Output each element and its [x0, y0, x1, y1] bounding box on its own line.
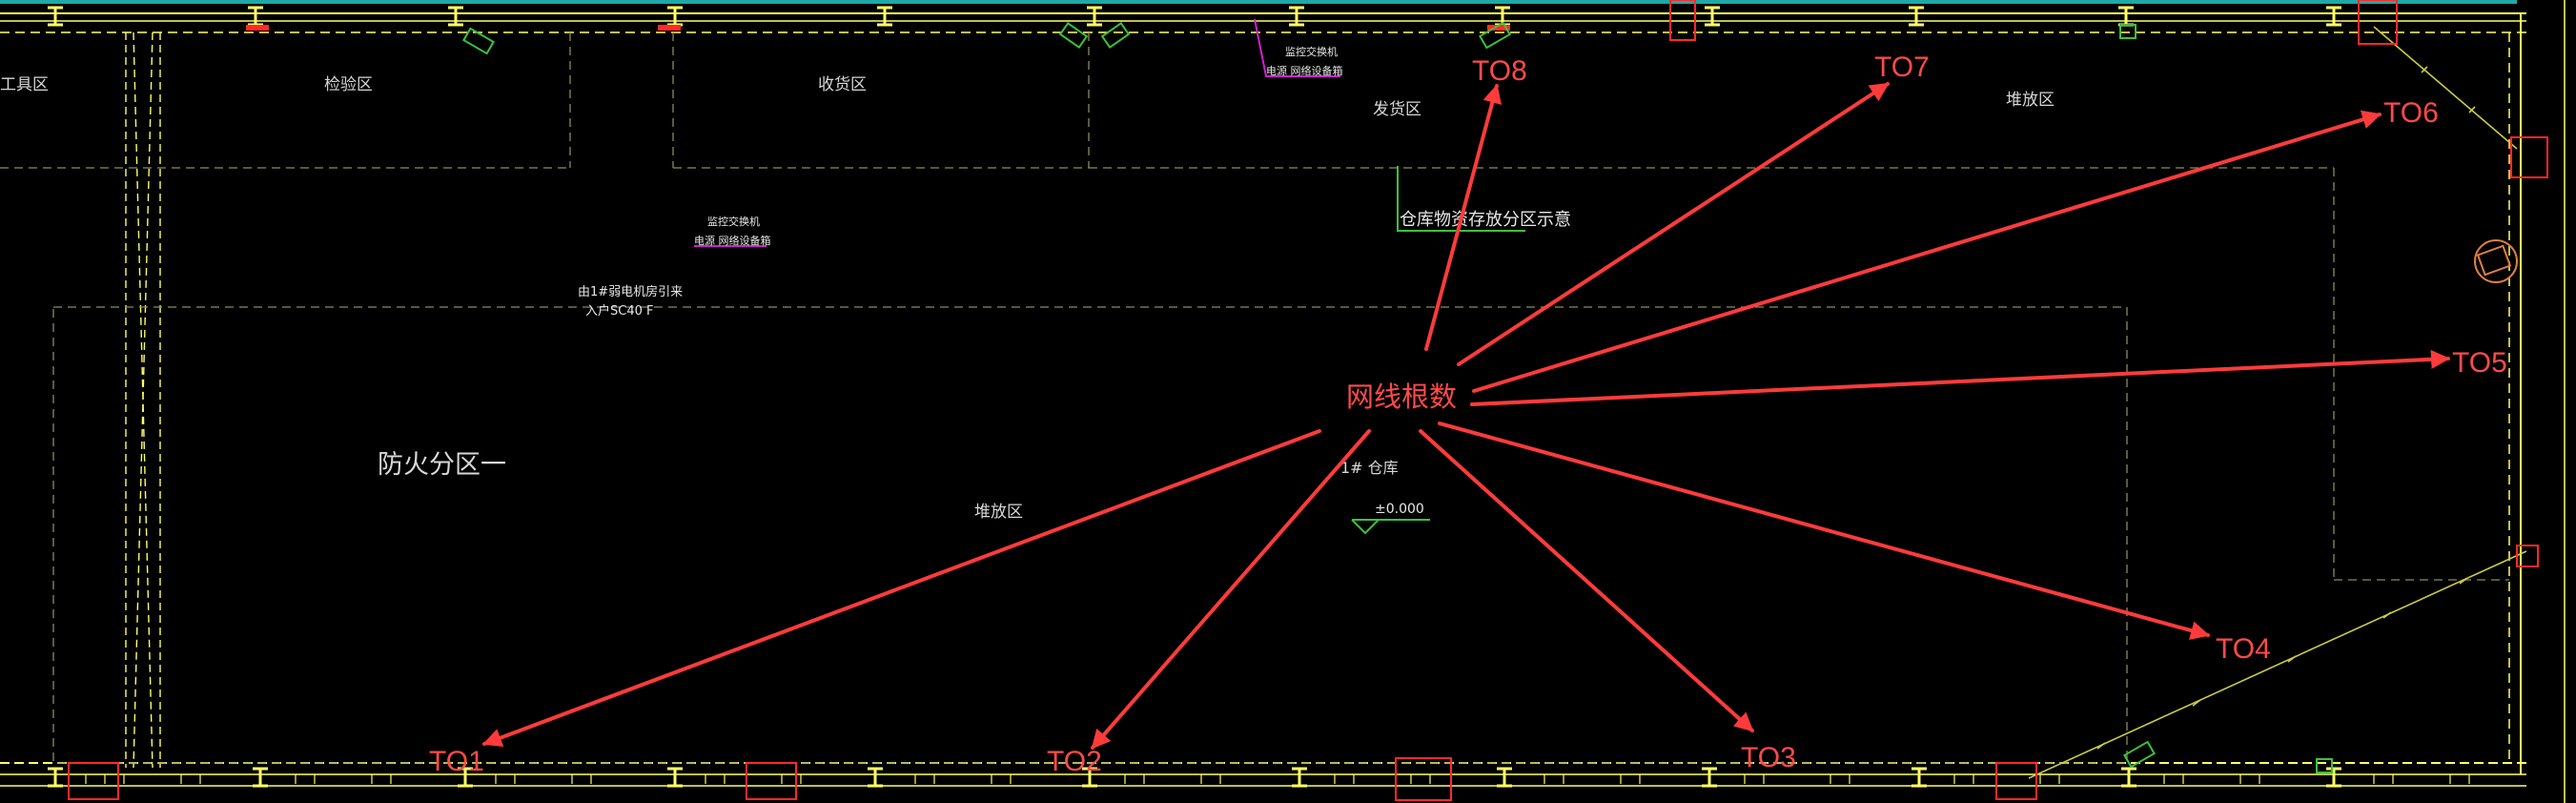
green-fixture-2 — [1058, 21, 1089, 50]
column-bottom-9 — [1702, 767, 1717, 788]
label-warehouse-name: 1# 仓库 — [1340, 459, 1399, 477]
arrow-to2 — [1091, 429, 1371, 750]
equipment-circle — [2474, 239, 2518, 283]
outlet-box-right-1 — [2510, 136, 2548, 178]
column-bottom-1 — [48, 767, 63, 788]
column-bottom-8 — [1497, 767, 1512, 788]
label-receiving-area: 收货区 — [818, 75, 867, 94]
column-bottom-11 — [2121, 767, 2136, 788]
zone-labels: 工具区 检验区 收货区 发货区 堆放区 防火分区一 堆放区 1# 仓库 ±0.0… — [0, 75, 2055, 522]
fire-zone-boundary — [52, 306, 2128, 764]
label-power-network-1: 电源 网络设备箱 — [1266, 64, 1343, 77]
zone-boundaries — [0, 32, 2509, 764]
label-to4: TO4 — [2216, 633, 2271, 665]
arrow-to4 — [1438, 422, 2210, 640]
label-cable-note-2: 入户SC40 F — [585, 303, 653, 319]
outlet-box-bottom-3 — [1395, 757, 1452, 801]
arrow-to3 — [1419, 429, 1754, 732]
label-to5: TO5 — [2452, 347, 2507, 379]
outlet-box-bottom-4 — [1995, 762, 2037, 800]
outlet-box-bottom-2 — [746, 762, 797, 800]
columns — [48, 6, 2341, 788]
column-bottom-2 — [253, 767, 268, 788]
green-fixture-5 — [2119, 24, 2136, 39]
label-shipping-area: 发货区 — [1373, 100, 1421, 119]
cable-route-top-right — [2373, 26, 2518, 150]
column-top-4 — [667, 6, 683, 27]
column-bottom-10 — [1912, 767, 1927, 788]
column-top-2 — [248, 6, 263, 27]
label-inspection-area: 检验区 — [324, 75, 373, 94]
label-cable-note-1: 由1#弱电机房引来 — [578, 284, 683, 299]
label-elevation: ±0.000 — [1375, 502, 1424, 517]
green-fixture-7 — [2316, 758, 2333, 773]
magenta-leaders — [694, 18, 1340, 247]
top-wall-accents — [0, 0, 2517, 31]
arrow-to5 — [1470, 349, 2450, 406]
label-storage-area-top: 堆放区 — [2006, 91, 2055, 110]
outlet-box-bottom-1 — [68, 762, 119, 800]
label-monitor-switch-2: 监控交换机 — [707, 215, 760, 228]
equipment-box — [2476, 244, 2512, 277]
column-top-11 — [2118, 6, 2134, 27]
outer-walls — [0, 0, 2566, 803]
column-top-3 — [448, 6, 463, 27]
column-top-6 — [1087, 6, 1102, 27]
column-bottom-4 — [667, 767, 683, 788]
label-tool-area: 工具区 — [0, 75, 49, 94]
column-top-12 — [2326, 6, 2341, 27]
label-fire-zone: 防火分区一 — [378, 450, 506, 480]
column-bottom-5 — [868, 767, 883, 788]
top-cyan-strip — [0, 0, 2517, 4]
red-mark-1 — [246, 25, 269, 31]
label-to1: TO1 — [429, 746, 484, 777]
outlet-box-top-2 — [1669, 0, 1696, 41]
column-top-5 — [877, 6, 892, 27]
annotations: 仓库物资存放分区示意 监控交换机 电源 网络设备箱 监控交换机 电源 网络设备箱… — [578, 45, 1571, 319]
column-bottom-7 — [1292, 767, 1307, 788]
label-to8: TO8 — [1472, 55, 1527, 87]
label-warehouse-zoning-note: 仓库物资存放分区示意 — [1400, 210, 1571, 230]
label-storage-area-main: 堆放区 — [974, 503, 1023, 522]
hub-label: 网线根数 — [1346, 381, 1457, 413]
column-bottom-12 — [2326, 767, 2341, 788]
column-top-7 — [1289, 6, 1304, 27]
arrow-to1 — [482, 429, 1321, 748]
label-to6: TO6 — [2383, 97, 2439, 129]
equipment-symbol — [2474, 239, 2518, 283]
column-top-1 — [48, 6, 63, 27]
label-to2: TO2 — [1047, 746, 1102, 777]
outlet-box-top-1 — [2358, 0, 2398, 45]
green-fixture-3 — [1100, 21, 1131, 50]
label-monitor-switch-1: 监控交换机 — [1285, 45, 1338, 58]
cad-floor-plan: 工具区 检验区 收货区 发货区 堆放区 防火分区一 堆放区 1# 仓库 ±0.0… — [0, 0, 2566, 803]
green-fixture-4 — [1479, 21, 1511, 50]
arrow-to6 — [1472, 110, 2382, 393]
outlet-boxes — [68, 0, 2548, 801]
left-structure — [125, 31, 161, 769]
outlet-labels: TO1 TO2 TO3 TO4 TO5 TO6 TO7 TO8 — [429, 51, 2507, 777]
elevation-marker — [1351, 519, 1430, 535]
cable-arrows — [482, 82, 2450, 750]
cable-routes — [2028, 26, 2527, 779]
column-top-10 — [1909, 6, 1924, 27]
red-mark-2 — [658, 25, 681, 31]
column-top-9 — [1705, 6, 1720, 27]
label-power-network-2: 电源 网络设备箱 — [694, 234, 771, 247]
label-to7: TO7 — [1874, 51, 1930, 83]
label-to3: TO3 — [1741, 742, 1796, 773]
